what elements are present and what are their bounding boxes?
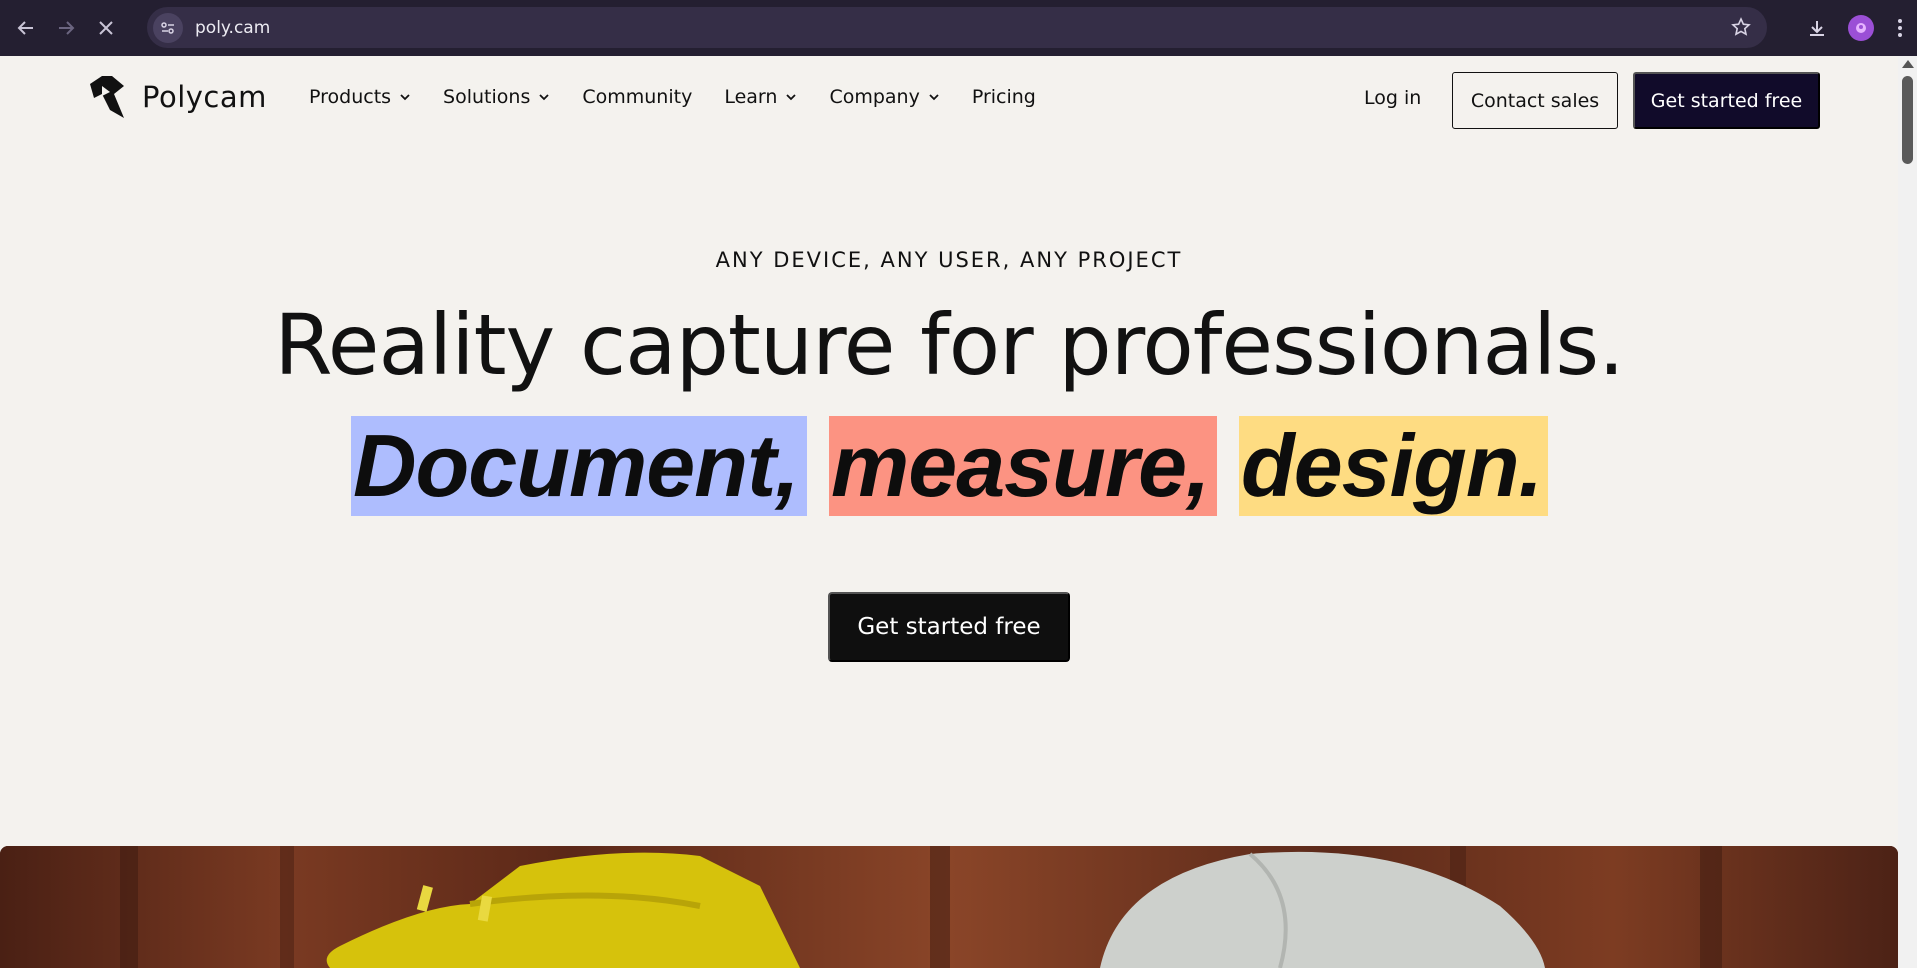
bookmark-star-icon[interactable] — [1731, 17, 1751, 42]
stop-loading-icon[interactable] — [86, 8, 126, 48]
site-header: Polycam Products Solutions Community Lea… — [0, 56, 1898, 144]
profile-avatar[interactable] — [1839, 6, 1883, 50]
download-icon[interactable] — [1795, 6, 1839, 50]
get-started-header-button[interactable]: Get started free — [1633, 72, 1820, 129]
back-icon[interactable] — [6, 8, 46, 48]
chevron-down-icon — [929, 94, 939, 101]
nav-products[interactable]: Products — [309, 86, 411, 108]
nav-label: Solutions — [443, 86, 531, 108]
polycam-logo-icon — [90, 76, 124, 118]
hero-eyebrow: ANY DEVICE, ANY USER, ANY PROJECT — [715, 248, 1183, 272]
logo-text: Polycam — [142, 80, 267, 114]
get-started-hero-button[interactable]: Get started free — [828, 592, 1070, 662]
hero-highlights: Document, measure, design. — [351, 416, 1548, 516]
nav-learn[interactable]: Learn — [724, 86, 797, 108]
address-bar[interactable]: poly.cam — [147, 7, 1767, 48]
highlight-measure: measure, — [829, 416, 1217, 516]
chevron-down-icon — [539, 94, 549, 101]
main-nav: Products Solutions Community Learn Compa… — [309, 86, 1068, 108]
nav-solutions[interactable]: Solutions — [443, 86, 550, 108]
logo[interactable]: Polycam — [88, 74, 267, 120]
contact-sales-button[interactable]: Contact sales — [1452, 72, 1618, 129]
site-info-icon[interactable] — [153, 12, 183, 43]
chevron-down-icon — [400, 94, 410, 101]
nav-community[interactable]: Community — [582, 86, 692, 108]
highlight-design: design. — [1239, 416, 1548, 516]
scroll-up-arrow-icon[interactable] — [1902, 60, 1914, 68]
hero-video[interactable] — [0, 846, 1898, 968]
nav-label: Company — [829, 86, 920, 108]
browser-toolbar: poly.cam — [0, 0, 1917, 56]
hero-headline: Reality capture for professionals. — [274, 296, 1625, 394]
menu-kebab-icon[interactable] — [1883, 6, 1917, 50]
hero-video-frame — [0, 846, 1898, 968]
nav-pricing[interactable]: Pricing — [972, 86, 1036, 108]
login-link[interactable]: Log in — [1364, 87, 1421, 109]
page-scrollbar[interactable] — [1898, 56, 1917, 968]
page-content: Polycam Products Solutions Community Lea… — [0, 56, 1898, 968]
nav-label: Community — [582, 86, 693, 108]
nav-label: Learn — [724, 86, 778, 108]
chevron-down-icon — [786, 94, 797, 101]
url-text[interactable]: poly.cam — [195, 18, 270, 38]
nav-label: Products — [309, 86, 392, 108]
highlight-document: Document, — [351, 416, 807, 516]
scroll-thumb[interactable] — [1902, 76, 1913, 164]
nav-label: Pricing — [971, 86, 1036, 108]
nav-company[interactable]: Company — [829, 86, 939, 108]
forward-icon[interactable] — [46, 8, 86, 48]
